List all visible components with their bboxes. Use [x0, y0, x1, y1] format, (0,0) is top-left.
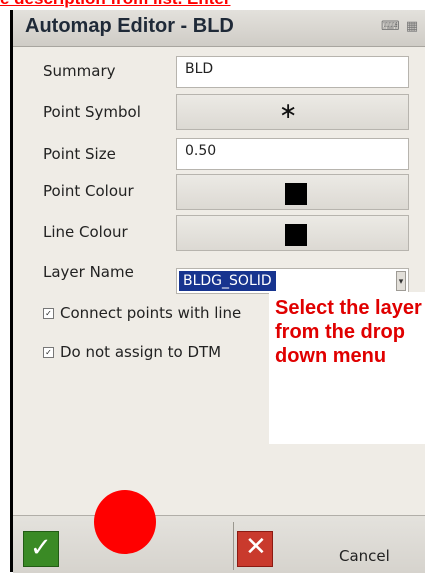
checkmark-icon: ✓ — [30, 533, 52, 563]
connect-points-label: Connect points with line — [60, 304, 242, 322]
annotation-callout: Select the layer from the drop down menu — [269, 292, 425, 444]
settings-icon[interactable]: ▦ — [403, 18, 421, 36]
point-symbol-button[interactable]: ∗ — [176, 94, 409, 130]
close-icon: ✕ — [245, 532, 267, 562]
summary-input[interactable]: BLD — [176, 56, 409, 88]
instruction-banner: e description from list. Enter — [0, 0, 425, 10]
layer-name-dropdown[interactable]: BLDG_SOLID ▾ — [176, 268, 409, 294]
instruction-banner-text: e description from list. Enter — [0, 0, 231, 9]
asterisk-icon: ∗ — [279, 99, 298, 124]
no-dtm-label: Do not assign to DTM — [60, 343, 222, 361]
layer-name-selected: BLDG_SOLID — [179, 271, 276, 291]
window-title: Automap Editor - BLD — [25, 15, 234, 37]
red-circle-marker — [94, 490, 156, 554]
no-dtm-checkbox[interactable]: ✓ Do not assign to DTM — [43, 343, 221, 361]
annotation-callout-text: Select the layer from the drop down menu — [275, 297, 422, 367]
point-colour-button[interactable] — [176, 174, 409, 210]
cancel-icon-button[interactable]: ✕ — [237, 531, 273, 567]
line-colour-button[interactable] — [176, 215, 409, 251]
point-size-input[interactable]: 0.50 — [176, 138, 409, 170]
point-symbol-label: Point Symbol — [43, 103, 141, 121]
line-colour-swatch — [285, 224, 307, 246]
title-bar: Automap Editor - BLD ⌨ ▦ — [13, 10, 425, 47]
connect-points-checkbox[interactable]: ✓ Connect points with line — [43, 304, 241, 322]
checkbox-checked-icon: ✓ — [43, 308, 54, 319]
layer-name-label: Layer Name — [43, 263, 134, 281]
ok-button[interactable]: ✓ — [23, 531, 59, 567]
automap-editor-window: Automap Editor - BLD ⌨ ▦ Summary BLD Poi… — [10, 10, 425, 573]
action-bar: ✓ ✕ Cancel — [13, 515, 425, 573]
action-divider — [233, 522, 234, 570]
summary-label: Summary — [43, 62, 116, 80]
point-colour-label: Point Colour — [43, 182, 134, 200]
point-colour-swatch — [285, 183, 307, 205]
point-size-label: Point Size — [43, 145, 116, 163]
keyboard-icon[interactable]: ⌨ — [381, 18, 400, 36]
cancel-button[interactable]: Cancel — [339, 547, 390, 565]
checkbox-checked-icon: ✓ — [43, 347, 54, 358]
line-colour-label: Line Colour — [43, 223, 128, 241]
dropdown-arrow-icon[interactable]: ▾ — [396, 271, 406, 291]
